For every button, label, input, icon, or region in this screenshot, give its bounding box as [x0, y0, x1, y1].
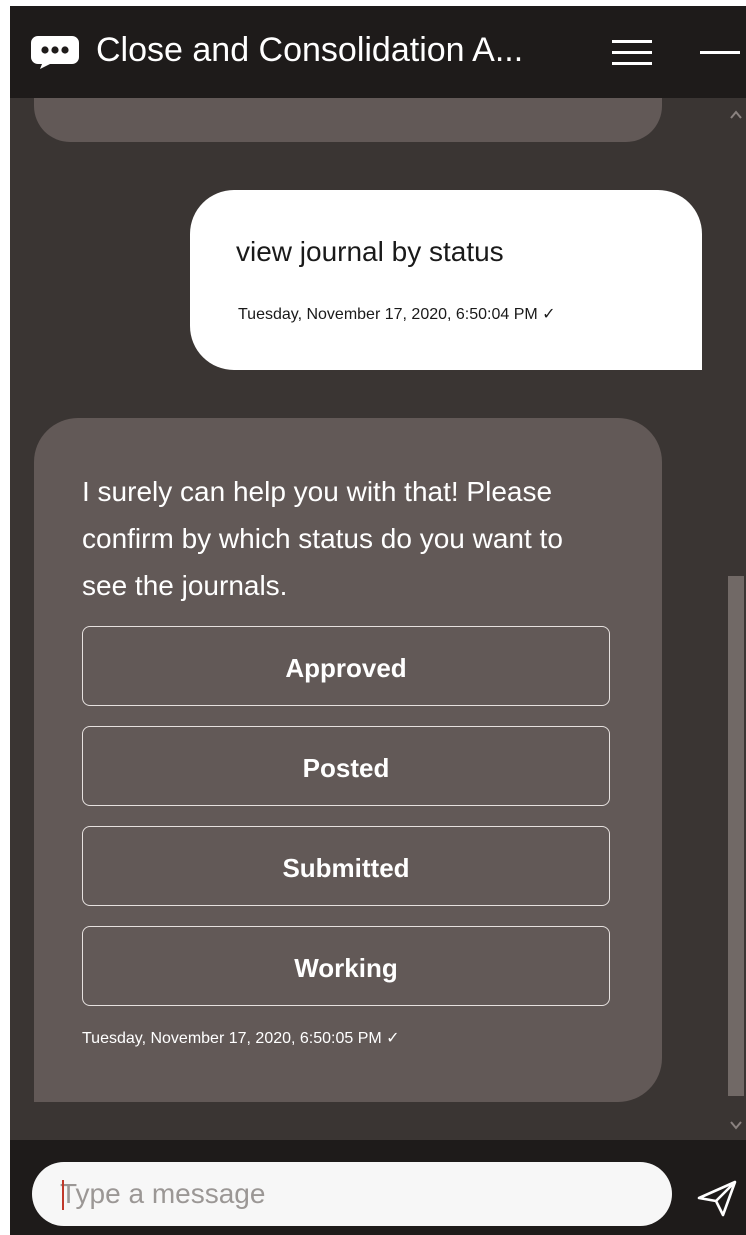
scrollbar[interactable] — [726, 98, 746, 1140]
option-posted-button[interactable]: Posted — [82, 726, 610, 806]
user-message: view journal by status Tuesday, November… — [190, 190, 702, 370]
text-caret — [62, 1180, 64, 1210]
option-working-button[interactable]: Working — [82, 926, 610, 1006]
header-title: Close and Consolidation A... — [96, 31, 524, 69]
message-input[interactable] — [32, 1162, 672, 1226]
minimize-icon[interactable] — [698, 36, 742, 70]
option-submitted-button[interactable]: Submitted — [82, 826, 610, 906]
scroll-up-arrow-icon[interactable] — [729, 108, 743, 122]
previous-bot-message — [34, 98, 662, 142]
message-list[interactable]: view journal by status Tuesday, November… — [10, 98, 746, 1140]
hamburger-menu-icon[interactable] — [610, 36, 654, 70]
scrollbar-thumb[interactable] — [728, 576, 744, 1096]
chat-bubble-icon — [31, 36, 79, 69]
chat-footer — [10, 1140, 746, 1235]
bot-message: I surely can help you with that! Please … — [34, 418, 662, 1102]
user-message-text: view journal by status — [236, 236, 504, 267]
bot-message-text: I surely can help you with that! Please … — [82, 476, 563, 601]
chat-header: Close and Consolidation A... — [10, 6, 746, 98]
scroll-down-arrow-icon[interactable] — [729, 1118, 743, 1132]
chat-window: Close and Consolidation A... view journa… — [10, 6, 746, 1235]
user-message-timestamp: Tuesday, November 17, 2020, 6:50:04 PM ✓ — [238, 306, 556, 323]
bot-message-timestamp: Tuesday, November 17, 2020, 6:50:05 PM ✓ — [82, 1030, 400, 1047]
option-approved-button[interactable]: Approved — [82, 626, 610, 706]
send-icon[interactable] — [696, 1178, 738, 1218]
